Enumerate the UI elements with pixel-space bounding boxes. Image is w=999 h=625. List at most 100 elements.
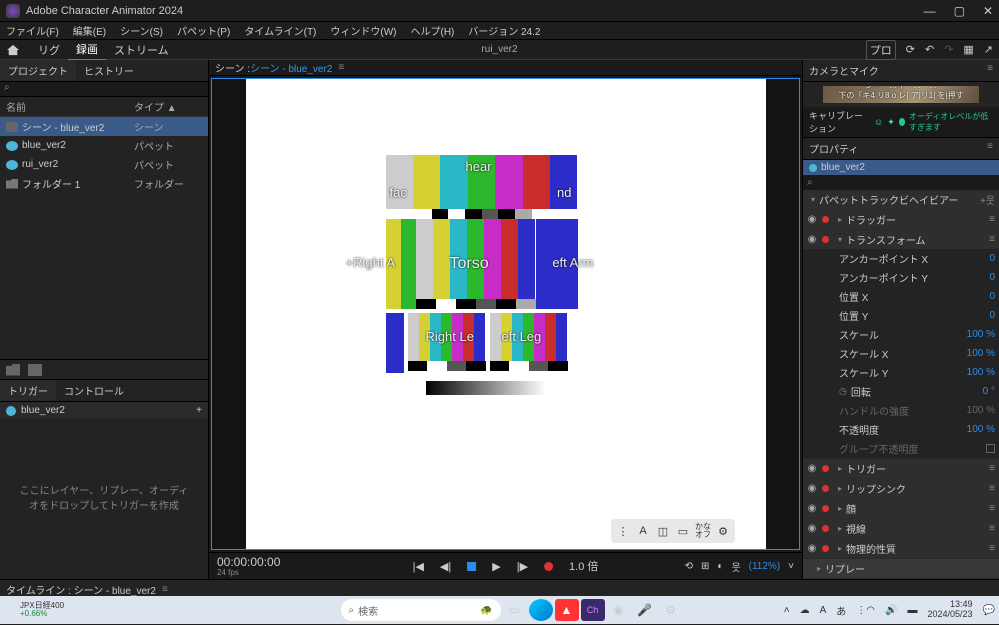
prop-opacity[interactable]: 不透明度100 % (803, 420, 999, 439)
tray-input-icon[interactable]: あ (836, 603, 846, 618)
timeline-tab-menu-icon[interactable]: ≡ (162, 584, 168, 595)
app-chrome[interactable]: ◉ (607, 599, 631, 621)
menu-version[interactable]: バージョン 24.2 (468, 23, 540, 38)
prop-scale[interactable]: スケール100 % (803, 325, 999, 344)
group-physics-head[interactable]: ◉▸物理的性質≡ (803, 539, 999, 558)
ime-input-mode[interactable]: A (634, 522, 652, 540)
prop-rotation[interactable]: ◷回転0 ° (803, 382, 999, 401)
prop-scale-y[interactable]: スケール Y100 % (803, 363, 999, 382)
tray-battery-icon[interactable]: ▬ (907, 605, 917, 616)
group-lipsync-head[interactable]: ◉▸リップシンク≡ (803, 479, 999, 498)
timecode[interactable]: 00:00:00:00 (217, 555, 280, 569)
prop-anchor-y[interactable]: アンカーポイント Y0 (803, 268, 999, 287)
taskbar-search[interactable]: ⌕ 検索 🐢 (341, 599, 501, 621)
ime-toolbar[interactable]: ⋮ A ◫ ▭ かな オフ ⚙ (611, 519, 735, 543)
ime-dict-icon[interactable]: ▭ (674, 522, 692, 540)
menu-window[interactable]: ウィンドウ(W) (330, 23, 396, 38)
mode-stream[interactable]: ストリーム (106, 40, 177, 60)
tray-notifications-icon[interactable]: 💬 (983, 605, 995, 616)
menu-help[interactable]: ヘルプ(H) (411, 23, 455, 38)
tab-project[interactable]: プロジェクト (0, 60, 76, 81)
scene-tab-close[interactable]: ≡ (338, 62, 344, 73)
col-type[interactable]: タイプ ▲ (134, 99, 202, 114)
project-row-puppet2[interactable]: rui_ver2 パペット (0, 155, 208, 174)
mode-rig[interactable]: リグ (30, 40, 68, 60)
scene-link[interactable]: シーン - blue_ver2 (250, 60, 332, 75)
zoom-value[interactable]: (112%) (749, 561, 781, 572)
pro-badge[interactable]: プロ (866, 40, 896, 60)
step-back-button[interactable]: ◀| (440, 560, 451, 573)
mode-record[interactable]: 録画 (68, 39, 106, 61)
workspace-icon[interactable]: ▦ (963, 43, 973, 56)
menu-edit[interactable]: 編集(E) (73, 23, 106, 38)
group-eyegaze-head[interactable]: ◉▸視線≡ (803, 519, 999, 538)
menu-puppet[interactable]: パペット(P) (177, 23, 230, 38)
group-replay-head[interactable]: ▸リプレー (803, 559, 999, 578)
app-adobe[interactable]: ▲ (555, 599, 579, 621)
properties-filter[interactable] (803, 175, 999, 190)
stop-button[interactable] (467, 562, 476, 571)
onion-icon[interactable]: ◐ (717, 561, 723, 572)
speed-label[interactable]: 1.0 倍 (569, 558, 598, 574)
tray-onedrive-icon[interactable]: ☁ (800, 605, 810, 616)
tray-chevron-icon[interactable]: ˄ (784, 605, 790, 616)
play-button[interactable]: ▶ (492, 560, 500, 573)
tab-trigger[interactable]: トリガー (0, 380, 56, 401)
properties-menu-icon[interactable]: ≡ (987, 141, 993, 152)
start-button[interactable] (317, 599, 339, 621)
body-track-icon[interactable]: ✦ (887, 117, 895, 128)
trigger-puppet-row[interactable]: blue_ver2 + (0, 402, 208, 419)
step-fwd-button[interactable]: |▶ (517, 560, 528, 573)
col-name[interactable]: 名前 (6, 99, 26, 114)
app-edge[interactable] (529, 599, 553, 621)
add-trigger-button[interactable]: + (196, 405, 202, 416)
menu-timeline[interactable]: タイムライン(T) (244, 23, 316, 38)
group-transform-head[interactable]: ◉▾ トランスフォーム ≡ (803, 230, 999, 249)
tab-control[interactable]: コントロール (56, 380, 132, 401)
group-behaviors-head[interactable]: ▾ パペットトラックビヘイビアー +웃 (803, 190, 999, 209)
share-icon[interactable]: ↗ (984, 43, 993, 56)
project-row-folder[interactable]: フォルダー 1 フォルダー (0, 174, 208, 193)
viewport[interactable]: hear fac nd +Right A Torso (211, 78, 800, 550)
prop-pos-y[interactable]: 位置 Y0 (803, 306, 999, 325)
ime-kana-toggle[interactable]: かな オフ (694, 522, 712, 540)
redo-icon[interactable]: ↷ (944, 43, 953, 56)
puppet-overlay-icon[interactable]: 웃 (731, 559, 740, 574)
project-row-scene[interactable]: シーン - blue_ver2 シーン (0, 117, 208, 136)
checkbox[interactable] (986, 444, 995, 453)
snap-icon[interactable]: ⊞ (701, 561, 709, 572)
menu-file[interactable]: ファイル(F) (6, 23, 59, 38)
record-button[interactable] (544, 562, 553, 571)
ime-pad-icon[interactable]: ◫ (654, 522, 672, 540)
tray-ime-icon[interactable]: A (820, 605, 827, 616)
task-view-icon[interactable]: ▭ (503, 599, 527, 621)
zoom-dropdown-icon[interactable]: ˅ (788, 561, 794, 572)
group-trigger-head[interactable]: ◉▸トリガー≡ (803, 459, 999, 478)
ime-handle-icon[interactable]: ⋮ (614, 522, 632, 540)
ime-settings-icon[interactable]: ⚙ (714, 522, 732, 540)
prop-anchor-x[interactable]: アンカーポイント X0 (803, 249, 999, 268)
prop-pos-x[interactable]: 位置 X0 (803, 287, 999, 306)
close-button[interactable]: ✕ (983, 4, 993, 18)
selected-puppet-row[interactable]: blue_ver2 (803, 160, 999, 175)
project-filter-input[interactable] (0, 82, 208, 96)
tab-history[interactable]: ヒストリー (76, 60, 142, 81)
home-icon[interactable] (6, 44, 20, 56)
add-behavior-icon[interactable]: +웃 (980, 192, 995, 207)
menu-scene[interactable]: シーン(S) (120, 23, 163, 38)
goto-start-button[interactable]: |◀ (413, 560, 424, 573)
app-character-animator[interactable]: Ch (581, 599, 605, 621)
taskbar-widget[interactable]: JPX日経400 +0.66% (4, 602, 64, 618)
tray-wifi-icon[interactable]: ⋮◠ (856, 605, 875, 616)
camera-preview[interactable]: シー …イ … … 下の「キ4 リ8 o レ| ア|リ1| を|押す (823, 86, 979, 103)
tray-volume-icon[interactable]: 🔊 (885, 605, 897, 616)
new-item-icon[interactable] (28, 364, 42, 376)
project-row-puppet[interactable]: blue_ver2 パペット (0, 136, 208, 155)
face-track-icon[interactable]: ☺ (874, 117, 883, 127)
loop-icon[interactable]: ⟲ (685, 561, 693, 572)
app-mic[interactable]: 🎤 (633, 599, 657, 621)
new-folder-icon[interactable] (6, 364, 20, 376)
tray-clock[interactable]: 13:49 2024/05/23 (927, 600, 972, 620)
maximize-button[interactable]: ▢ (954, 4, 965, 18)
sync-icon[interactable]: ⟳ (906, 43, 915, 56)
